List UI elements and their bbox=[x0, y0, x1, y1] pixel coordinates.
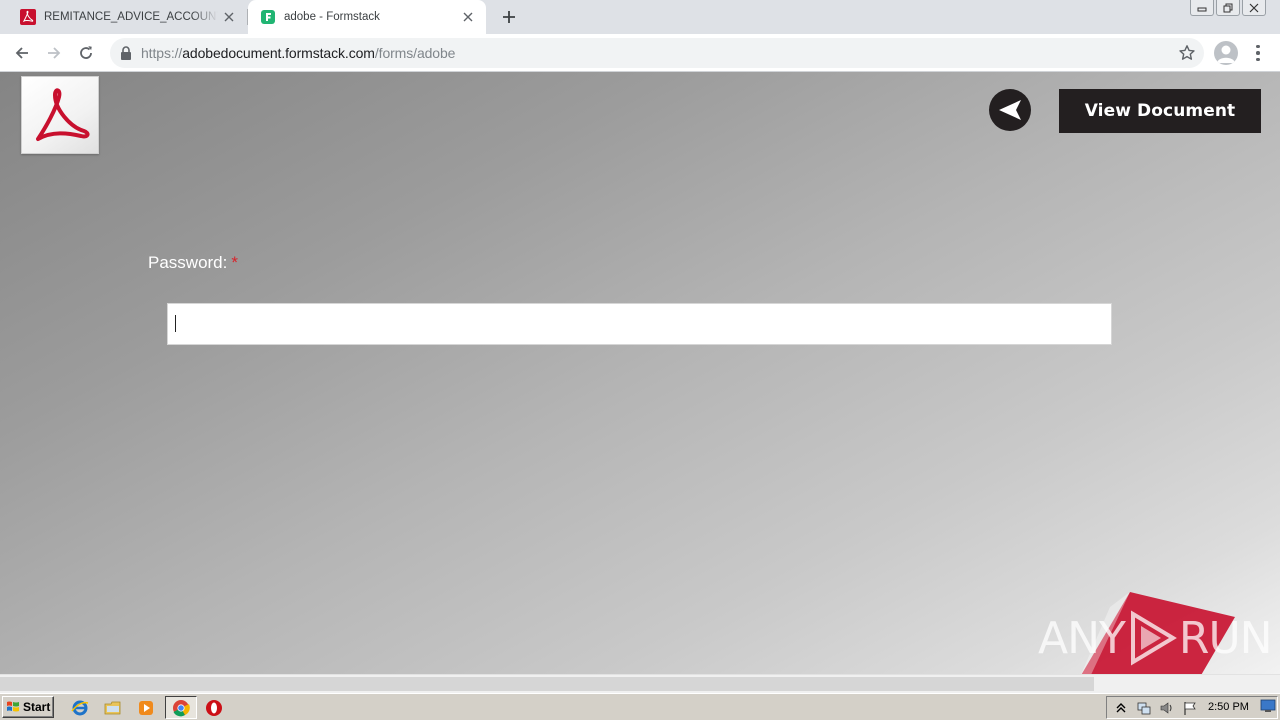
user-icon bbox=[1217, 45, 1235, 63]
pdf-icon bbox=[20, 9, 36, 25]
clock[interactable]: 2:50 PM bbox=[1208, 701, 1249, 713]
restore-icon bbox=[1223, 3, 1233, 12]
text-caret bbox=[175, 315, 176, 332]
password-label: Password: * bbox=[148, 253, 238, 273]
media-player-icon[interactable] bbox=[136, 698, 156, 718]
folder-icon[interactable] bbox=[103, 698, 123, 718]
browser-toolbar: https://adobedocument.formstack.com/form… bbox=[0, 34, 1280, 72]
minimize-button[interactable] bbox=[1190, 0, 1214, 16]
chrome-icon bbox=[171, 698, 191, 718]
reload-icon bbox=[80, 46, 92, 59]
tab-formstack[interactable]: adobe - Formstack bbox=[248, 0, 486, 34]
lock-icon bbox=[121, 46, 131, 60]
view-document-button[interactable]: View Document bbox=[1059, 89, 1261, 133]
required-marker: * bbox=[231, 253, 238, 272]
arrow-left-icon bbox=[999, 100, 1021, 120]
volume-icon[interactable] bbox=[1158, 699, 1176, 717]
network-icon[interactable] bbox=[1135, 699, 1153, 717]
windows-logo-icon bbox=[7, 701, 19, 712]
show-desktop-icon[interactable] bbox=[1260, 699, 1276, 713]
profile-avatar[interactable] bbox=[1214, 41, 1238, 65]
formstack-icon bbox=[260, 9, 276, 25]
anyrun-watermark: ANY RUN bbox=[1038, 610, 1273, 666]
opera-icon[interactable] bbox=[204, 698, 224, 718]
tab-strip: REMITANCE_ADVICE_ACCOUNTING adobe - Form… bbox=[0, 0, 1280, 34]
minimize-icon bbox=[1197, 7, 1207, 11]
tab-remittance-advice[interactable]: REMITANCE_ADVICE_ACCOUNTING bbox=[8, 0, 246, 34]
reload-button[interactable] bbox=[73, 40, 99, 66]
close-icon bbox=[1249, 3, 1259, 12]
close-tab-icon[interactable] bbox=[222, 9, 236, 25]
close-window-button[interactable] bbox=[1242, 0, 1266, 16]
password-input[interactable] bbox=[167, 303, 1112, 345]
browser-menu-button[interactable] bbox=[1250, 43, 1266, 63]
password-label-text: Password: bbox=[148, 253, 228, 272]
start-label: Start bbox=[23, 700, 51, 714]
url-text: https://adobedocument.formstack.com/form… bbox=[141, 45, 455, 61]
page-content: View Document Password: * ANY RUN bbox=[0, 72, 1280, 674]
system-tray bbox=[1106, 696, 1278, 719]
tab-title: REMITANCE_ADVICE_ACCOUNTING bbox=[44, 11, 218, 23]
window-controls bbox=[1190, 0, 1266, 18]
watermark-left: ANY bbox=[1038, 612, 1126, 664]
arrow-left-icon bbox=[15, 47, 28, 59]
url-host: adobedocument.formstack.com bbox=[182, 45, 375, 61]
url-path: /forms/adobe bbox=[374, 45, 456, 61]
forward-button[interactable] bbox=[41, 40, 67, 66]
back-arrow-button[interactable] bbox=[989, 89, 1031, 131]
close-tab-icon[interactable] bbox=[460, 9, 476, 25]
start-button[interactable]: Start bbox=[2, 696, 54, 718]
url-scheme: https:// bbox=[141, 45, 183, 61]
plus-icon bbox=[503, 11, 515, 23]
play-icon bbox=[1130, 610, 1177, 666]
arrow-right-icon bbox=[48, 47, 61, 59]
horizontal-scrollbar[interactable] bbox=[0, 674, 1280, 693]
bookmark-star-icon[interactable] bbox=[1178, 44, 1196, 62]
scrollbar-thumb[interactable] bbox=[0, 677, 1094, 691]
internet-explorer-icon[interactable] bbox=[70, 698, 90, 718]
back-button[interactable] bbox=[9, 40, 35, 66]
tray-expand-icon[interactable] bbox=[1112, 699, 1130, 717]
acrobat-icon bbox=[36, 88, 90, 141]
tab-title: adobe - Formstack bbox=[284, 11, 380, 23]
watermark-right: RUN bbox=[1178, 612, 1273, 664]
taskbar: Start 2:50 PM bbox=[0, 693, 1280, 720]
address-bar[interactable]: https://adobedocument.formstack.com/form… bbox=[110, 38, 1204, 68]
restore-button[interactable] bbox=[1216, 0, 1240, 16]
adobe-acrobat-logo bbox=[21, 76, 99, 154]
new-tab-button[interactable] bbox=[499, 7, 519, 27]
action-center-flag-icon[interactable] bbox=[1181, 699, 1199, 717]
